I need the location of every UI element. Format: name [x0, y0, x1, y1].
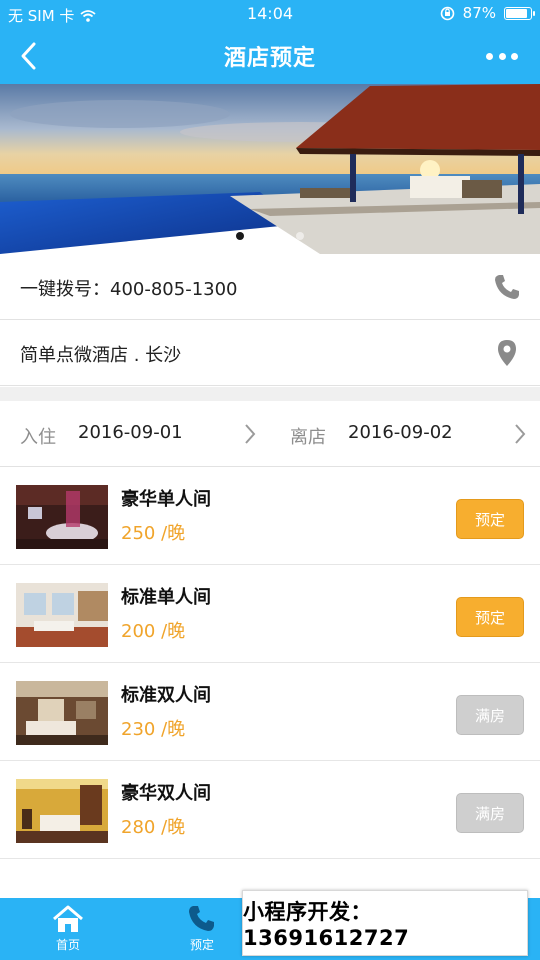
date-selector: 入住 2016-09-01 离店 2016-09-02 — [0, 401, 540, 467]
tab-booking[interactable]: 预定 — [162, 904, 242, 953]
room-thumbnail — [16, 779, 108, 843]
book-button[interactable]: 预定 — [456, 499, 524, 539]
pagination-dot[interactable] — [236, 232, 244, 240]
tab-booking-label: 预定 — [189, 938, 214, 952]
orientation-lock-icon — [440, 6, 454, 20]
phone-icon[interactable] — [492, 272, 522, 302]
book-button[interactable]: 预定 — [456, 597, 524, 637]
hotel-banner[interactable] — [0, 84, 540, 254]
room-price: 280 /晚 — [121, 817, 186, 838]
more-menu-icon[interactable] — [486, 46, 518, 66]
tab-home-label: 首页 — [55, 938, 80, 952]
room-thumbnail — [16, 681, 108, 745]
section-divider — [0, 387, 540, 401]
location-row[interactable]: 简单点微酒店 . 长沙 — [0, 320, 540, 386]
banner-pagination — [0, 232, 540, 240]
room-name: 豪华单人间 — [121, 489, 211, 510]
pagination-dot[interactable] — [296, 232, 304, 240]
room-item: 标准单人间 200 /晚 预定 — [0, 565, 540, 663]
room-price: 200 /晚 — [121, 621, 186, 642]
chevron-right-icon[interactable] — [512, 421, 528, 447]
room-name: 豪华双人间 — [121, 783, 211, 804]
room-item: 豪华双人间 280 /晚 满房 — [0, 761, 540, 859]
phone-icon — [189, 906, 214, 931]
chevron-right-icon[interactable] — [242, 421, 258, 447]
room-price: 230 /晚 — [121, 719, 186, 740]
status-bar: 无 SIM 卡 14:04 87% — [0, 0, 540, 28]
room-name: 标准双人间 — [121, 685, 211, 706]
location-pin-icon[interactable] — [492, 338, 522, 368]
checkout-date[interactable]: 2016-09-02 — [348, 422, 453, 443]
fully-booked-button[interactable]: 满房 — [456, 793, 524, 833]
home-icon — [53, 905, 83, 932]
hotel-name: 简单点微酒店 . 长沙 — [20, 345, 182, 366]
nav-bar: 酒店预定 — [0, 28, 540, 84]
tab-home[interactable]: 首页 — [28, 904, 108, 953]
checkin-date[interactable]: 2016-09-01 — [78, 422, 183, 443]
room-item: 标准双人间 230 /晚 满房 — [0, 663, 540, 761]
room-price: 250 /晚 — [121, 523, 186, 544]
checkin-label: 入住 — [20, 427, 56, 448]
promo-text: 小程序开发：13691612727 — [243, 900, 410, 950]
room-thumbnail — [16, 485, 108, 549]
room-thumbnail — [16, 583, 108, 647]
room-name: 标准单人间 — [121, 587, 211, 608]
top-bar: 无 SIM 卡 14:04 87% 酒店预定 — [0, 0, 540, 84]
fully-booked-button[interactable]: 满房 — [456, 695, 524, 735]
banner-image — [0, 84, 540, 254]
pagination-dot[interactable] — [266, 232, 274, 240]
battery-percent: 87% — [462, 4, 496, 22]
room-item: 豪华单人间 250 /晚 预定 — [0, 467, 540, 565]
promo-banner: 小程序开发：13691612727 — [242, 890, 528, 956]
phone-number: 一键拨号：400-805-1300 — [20, 279, 238, 300]
checkout-label: 离店 — [290, 427, 326, 448]
battery-icon — [504, 6, 535, 20]
page-title: 酒店预定 — [223, 46, 316, 71]
call-row[interactable]: 一键拨号：400-805-1300 — [0, 254, 540, 320]
